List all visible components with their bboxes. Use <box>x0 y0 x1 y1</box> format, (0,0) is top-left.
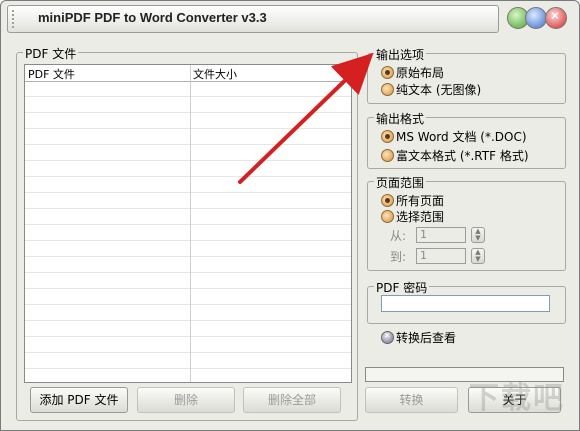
radio-icon[interactable] <box>381 210 394 223</box>
to-label: 到: <box>390 250 407 264</box>
page-range-legend: 页面范围 <box>374 174 427 191</box>
radio-label: 选择范围 <box>396 210 445 224</box>
add-pdf-button[interactable]: 添加 PDF 文件 <box>30 387 128 413</box>
to-page-input[interactable]: 1 <box>416 248 466 264</box>
delete-all-button[interactable]: 删除全部 <box>243 387 341 413</box>
column-header-file[interactable]: PDF 文件 <box>28 66 75 82</box>
radio-icon[interactable] <box>381 149 394 162</box>
view-after-label: 转换后查看 <box>396 331 457 345</box>
radio-label: 富文本格式 (*.RTF 格式) <box>396 149 529 163</box>
grip-icon <box>12 10 20 28</box>
column-header-size[interactable]: 文件大小 <box>193 66 237 82</box>
output-options-legend: 输出选项 <box>374 46 427 63</box>
file-list[interactable]: PDF 文件 文件大小 <box>24 64 352 383</box>
radio-icon[interactable] <box>381 83 394 96</box>
maximize-icon[interactable] <box>525 7 547 29</box>
convert-button[interactable]: 转换 <box>365 387 458 413</box>
radio-selected-icon[interactable] <box>381 66 394 79</box>
from-label: 从: <box>390 229 407 243</box>
close-icon[interactable] <box>545 7 567 29</box>
radio-selected-icon[interactable] <box>381 194 394 207</box>
window-controls <box>505 5 571 31</box>
radio-label: 纯文本 (无图像) <box>396 83 482 97</box>
title-bar[interactable]: miniPDF PDF to Word Converter v3.3 <box>7 5 499 33</box>
to-page-stepper[interactable]: ▲ ▼ <box>471 248 485 264</box>
view-after-icon[interactable] <box>381 331 394 344</box>
radio-label: MS Word 文档 (*.DOC) <box>396 130 527 144</box>
password-legend: PDF 密码 <box>374 279 430 296</box>
files-legend: PDF 文件 <box>23 45 79 62</box>
from-page-input[interactable]: 1 <box>416 227 466 243</box>
window-title: miniPDF PDF to Word Converter v3.3 <box>38 10 267 25</box>
output-format-legend: 输出格式 <box>374 110 427 127</box>
app-window: miniPDF PDF to Word Converter v3.3 PDF 文… <box>0 0 580 431</box>
radio-label: 原始布局 <box>396 66 445 80</box>
file-list-header: PDF 文件 文件大小 <box>25 65 351 82</box>
column-divider <box>190 65 191 382</box>
delete-button[interactable]: 删除 <box>137 387 235 413</box>
password-input[interactable] <box>381 295 550 312</box>
watermark: 下载吧 <box>469 381 565 416</box>
radio-label: 所有页面 <box>396 194 445 208</box>
from-page-stepper[interactable]: ▲ ▼ <box>471 227 485 243</box>
radio-selected-icon[interactable] <box>381 130 394 143</box>
